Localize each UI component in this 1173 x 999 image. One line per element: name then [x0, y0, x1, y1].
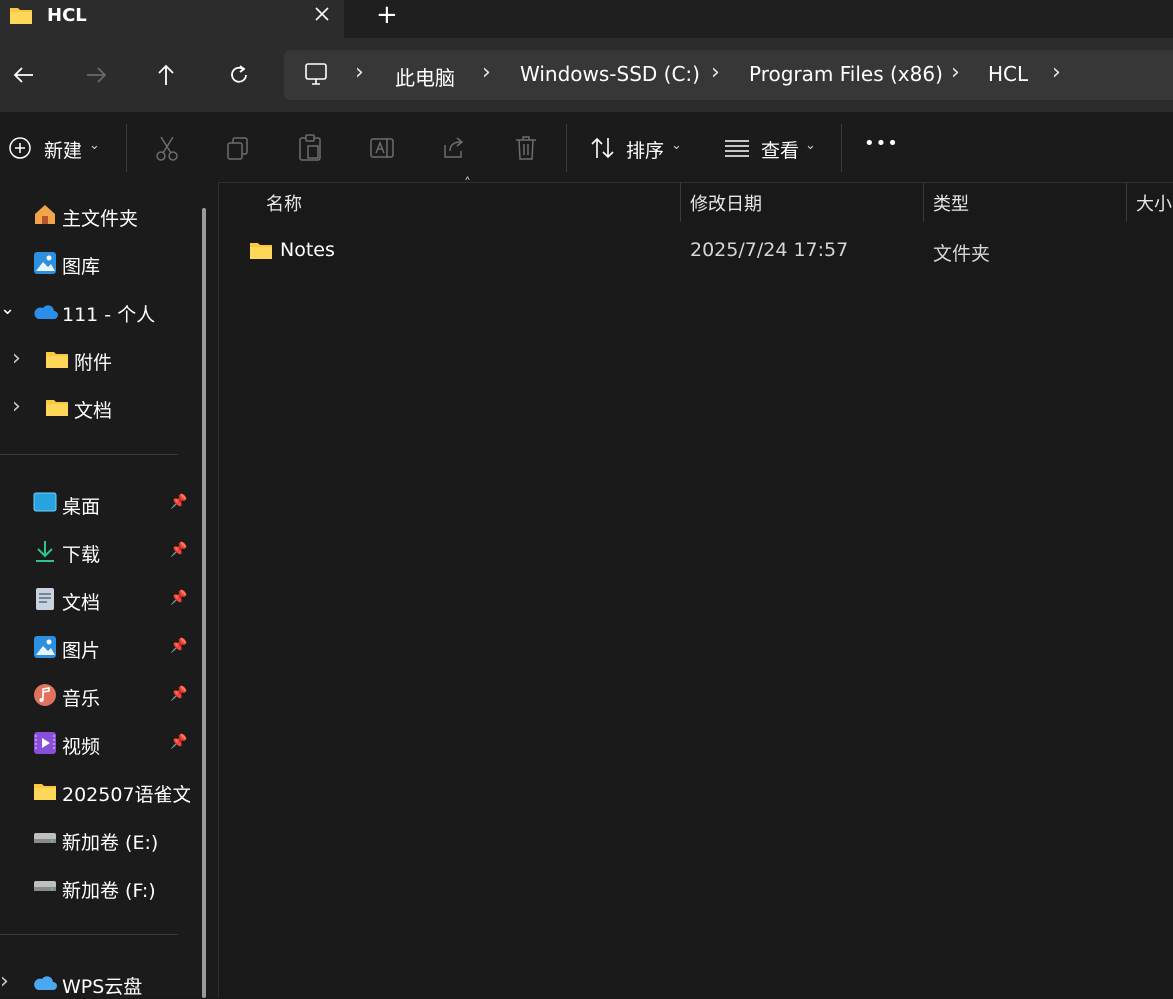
gallery-icon: [34, 252, 56, 274]
pin-icon[interactable]: 📌: [170, 542, 187, 558]
chevron-down-icon[interactable]: ⌄: [805, 138, 816, 153]
home-icon: [35, 205, 55, 224]
sidebar-item-onedrive-documents[interactable]: 文档: [74, 396, 112, 423]
column-header-name[interactable]: 名称: [266, 190, 302, 216]
chevron-right-icon[interactable]: ›: [951, 60, 960, 85]
chevron-right-icon[interactable]: ›: [12, 346, 21, 371]
chevron-right-icon[interactable]: ›: [711, 60, 720, 85]
breadcrumb-item[interactable]: HCL: [988, 62, 1028, 86]
copy-icon[interactable]: [226, 136, 250, 162]
onedrive-icon: [34, 305, 58, 319]
desktop-icon: [33, 492, 57, 512]
folder-icon: [46, 352, 68, 368]
computer-icon[interactable]: [304, 62, 328, 86]
column-resizer[interactable]: [923, 182, 924, 222]
pin-icon[interactable]: 📌: [170, 494, 187, 510]
drive-icon: [34, 881, 56, 891]
folder-icon: [250, 243, 272, 259]
pin-icon[interactable]: 📌: [170, 590, 187, 606]
toolbar-divider: [841, 124, 842, 172]
tab-title: HCL: [47, 5, 87, 26]
sidebar-divider: [0, 454, 178, 455]
chevron-right-icon[interactable]: ›: [355, 60, 364, 85]
new-button[interactable]: 新建: [44, 136, 82, 163]
more-options-button[interactable]: •••: [864, 133, 899, 154]
chevron-down-icon[interactable]: ⌄: [0, 298, 15, 319]
pin-icon[interactable]: 📌: [170, 734, 187, 750]
sidebar-item-onedrive[interactable]: 111 - 个人: [62, 300, 155, 327]
arrow-up-icon[interactable]: [155, 63, 177, 87]
paste-icon[interactable]: [298, 134, 322, 162]
sidebar-item-documents[interactable]: 文档: [62, 588, 100, 615]
folder-icon: [34, 784, 56, 800]
breadcrumb-item[interactable]: 此电脑: [395, 62, 455, 91]
share-icon[interactable]: [441, 135, 467, 161]
toolbar-divider: [126, 124, 127, 172]
chevron-down-icon[interactable]: ⌄: [89, 138, 100, 153]
sidebar-divider: [0, 934, 178, 935]
add-icon[interactable]: [8, 136, 32, 160]
cloud-icon: [34, 976, 57, 990]
column-header-type[interactable]: 类型: [933, 190, 969, 216]
view-button[interactable]: 查看: [761, 136, 799, 163]
drive-icon: [34, 833, 56, 843]
chevron-down-icon[interactable]: ⌄: [671, 138, 682, 153]
breadcrumb-item[interactable]: Program Files (x86): [749, 62, 943, 86]
sidebar-item-downloads[interactable]: 下载: [62, 540, 100, 567]
column-header-size[interactable]: 大小: [1136, 190, 1173, 216]
toolbar-divider: [566, 124, 567, 172]
folder-icon: [10, 8, 32, 24]
rename-icon[interactable]: [369, 135, 395, 161]
refresh-icon[interactable]: [227, 63, 251, 87]
cut-icon[interactable]: [154, 135, 180, 163]
folder-icon: [46, 400, 68, 416]
close-icon[interactable]: [314, 6, 330, 22]
sidebar-item-videos[interactable]: 视频: [62, 732, 100, 759]
sidebar-item-drive-e[interactable]: 新加卷 (E:): [62, 828, 158, 855]
new-tab-button[interactable]: +: [376, 0, 398, 30]
chevron-right-icon[interactable]: ›: [482, 60, 491, 85]
column-resizer[interactable]: [680, 182, 681, 222]
pin-icon[interactable]: 📌: [170, 638, 187, 654]
file-modified: 2025/7/24 17:57: [690, 239, 849, 261]
music-icon: [34, 684, 56, 706]
sidebar-item-desktop[interactable]: 桌面: [62, 492, 100, 519]
sidebar-scrollbar[interactable]: [202, 208, 206, 998]
document-icon: [36, 588, 54, 610]
file-type: 文件夹: [933, 243, 991, 265]
view-icon[interactable]: [724, 139, 750, 157]
chevron-right-icon[interactable]: ›: [0, 969, 9, 994]
chevron-right-icon[interactable]: ›: [12, 394, 21, 419]
column-header-modified[interactable]: 修改日期: [690, 190, 762, 216]
file-name[interactable]: Notes: [280, 239, 335, 261]
arrow-right-icon[interactable]: [84, 64, 108, 86]
sidebar-item-home[interactable]: 主文件夹: [62, 204, 138, 231]
video-icon: [34, 732, 56, 754]
arrow-left-icon[interactable]: [12, 64, 36, 86]
sidebar-item-pictures[interactable]: 图片: [62, 636, 100, 663]
pin-icon[interactable]: 📌: [170, 686, 187, 702]
sidebar-item-yuque-folder[interactable]: 202507语雀文件: [62, 780, 190, 807]
sidebar-item-drive-f[interactable]: 新加卷 (F:): [62, 876, 156, 903]
sidebar-item-gallery[interactable]: 图库: [62, 252, 100, 279]
sidebar-item-music[interactable]: 音乐: [62, 684, 100, 711]
download-icon: [36, 541, 54, 562]
chevron-right-icon[interactable]: ›: [1052, 60, 1061, 85]
delete-icon[interactable]: [514, 135, 538, 161]
column-resizer[interactable]: [1126, 182, 1127, 222]
sort-button[interactable]: 排序: [626, 136, 664, 163]
sidebar-item-wps-cloud[interactable]: WPS云盘: [62, 972, 142, 999]
breadcrumb-item[interactable]: Windows-SSD (C:): [520, 62, 700, 86]
sort-icon[interactable]: [590, 136, 616, 160]
sidebar-item-attachments[interactable]: 附件: [74, 348, 112, 375]
picture-icon: [34, 636, 56, 658]
sort-ascending-icon: ˄: [464, 176, 471, 192]
